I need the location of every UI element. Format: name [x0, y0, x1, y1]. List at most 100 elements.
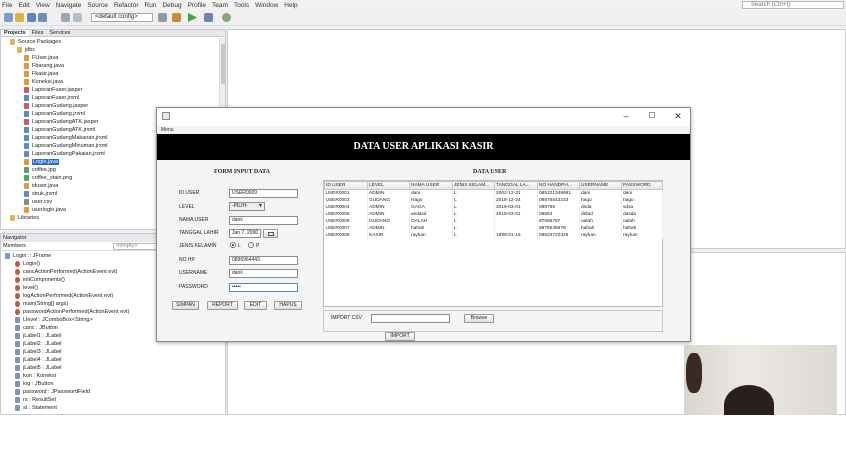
menu-edit[interactable]: Edit [18, 2, 29, 9]
tree-file[interactable]: FUser.java [1, 54, 219, 62]
minimize-icon[interactable]: – [621, 111, 631, 121]
tree-file[interactable]: Koneksi.java [1, 78, 219, 86]
nama-user-field[interactable]: danii [229, 216, 298, 225]
field-icon [5, 252, 10, 259]
member-item[interactable]: jLabel4 : JLabel [1, 356, 219, 364]
report-button[interactable]: REPORT [207, 301, 238, 310]
form-title: FORM INPUT DATA [214, 169, 270, 175]
save-all-icon[interactable] [38, 13, 47, 22]
menu-source[interactable]: Source [87, 2, 108, 9]
tanggal-lahir-field[interactable]: Jan 7, 2000 [229, 229, 261, 238]
column-header[interactable]: ID USER [324, 181, 368, 190]
column-header[interactable]: TANGGAL LA... [494, 181, 538, 190]
hapus-button[interactable]: HAPUS [274, 301, 302, 310]
menu-tools[interactable]: Tools [234, 2, 249, 9]
maximize-icon[interactable]: ☐ [647, 111, 657, 121]
debug-icon[interactable] [204, 13, 213, 22]
member-item[interactable]: jLabel5 : JLabel [1, 364, 219, 372]
table-row[interactable]: USER0007 ADMIN hahah L 9876545678 hahah hahah [324, 224, 663, 232]
no-hp-field[interactable]: 0896964443 [229, 256, 298, 265]
new-project-icon[interactable] [15, 13, 24, 22]
id-user-field[interactable]: USER0009 [229, 189, 298, 198]
tab-files[interactable]: Files [29, 30, 47, 36]
menu-refactor[interactable]: Refactor [114, 2, 139, 9]
table-row[interactable]: USER0005 ADMIN asdasd L 2019-03-01 09564 dsfad… [324, 210, 663, 218]
java-cup-icon [162, 112, 170, 120]
menu-team[interactable]: Team [212, 2, 228, 9]
table-cell [494, 224, 538, 232]
import-button[interactable]: IMPORT [385, 332, 415, 341]
member-item[interactable]: kon : Koneksi [1, 372, 219, 380]
close-icon[interactable]: ✕ [673, 111, 683, 121]
tree-item-label: LaporanGudang.jasper [32, 103, 89, 109]
menu-help[interactable]: Help [284, 2, 297, 9]
import-path-field[interactable] [371, 314, 450, 323]
member-item[interactable]: log : JButton [1, 380, 219, 388]
app-menu[interactable]: Menu [157, 126, 690, 134]
table-row[interactable]: USER0004 ADMIN GAGA L 2019-03-01 098765 dsda sd… [324, 203, 663, 211]
browse-button[interactable]: Browse [464, 314, 494, 323]
radio-l[interactable] [230, 242, 236, 248]
date-picker-button[interactable] [263, 229, 278, 238]
field-icon [15, 324, 20, 331]
tree-file[interactable]: Fkasir.java [1, 70, 219, 78]
member-item[interactable]: jLabel3 : JLabel [1, 348, 219, 356]
member-item[interactable]: rs : ResultSet [1, 396, 219, 404]
member-item[interactable]: password : JPasswordField [1, 388, 219, 396]
tree-file[interactable]: Fbarang.java [1, 62, 219, 70]
table-cell: USER0007 [324, 224, 368, 232]
edit-button[interactable]: EDIT [244, 301, 267, 310]
menu-file[interactable]: File [2, 2, 12, 9]
table-cell: USER0004 [324, 203, 368, 211]
column-header[interactable]: PASSWORD [621, 181, 663, 190]
tree-folder[interactable]: Source Packages [1, 38, 219, 46]
password-field[interactable]: ••••• [229, 283, 298, 292]
member-item[interactable]: st : Statement [1, 404, 219, 412]
menu-navigate[interactable]: Navigate [56, 2, 82, 9]
config-select[interactable]: <default config> [91, 13, 153, 22]
username-field[interactable]: danii [229, 269, 298, 278]
tree-file[interactable]: LaporanFuser.jrxml [1, 94, 219, 102]
column-header[interactable]: LEVEL [367, 181, 410, 190]
table-row[interactable]: USER0008 KASIR rayhan L 1999-01-15 0862372232… [324, 231, 663, 239]
file-icon [24, 110, 29, 117]
menu-debug[interactable]: Debug [162, 2, 181, 9]
column-header[interactable]: NAMA USER [409, 181, 453, 190]
undo-icon[interactable] [61, 13, 70, 22]
tab-services[interactable]: Services [46, 30, 73, 36]
menu-view[interactable]: View [36, 2, 50, 9]
redo-icon[interactable] [73, 13, 82, 22]
ide-search-input[interactable]: Search (Ctrl+I) [742, 1, 844, 9]
build-icon[interactable] [158, 13, 167, 22]
file-icon [24, 190, 29, 197]
field-icon [15, 340, 20, 347]
profile-icon[interactable] [222, 13, 231, 22]
table-row[interactable]: USER0001 ADMIN dani L 2002-12-31 085321349681… [324, 189, 663, 197]
table-row[interactable]: USER0002 GUDANG Hago L 2018-12-24 09876543233… [324, 196, 663, 204]
calendar-icon [267, 232, 274, 236]
level-combo[interactable]: -PILIH- ▼ [229, 202, 265, 211]
table-row[interactable]: USER0006 GUDANG OALAH L 87656787 oalah oalah [324, 217, 663, 225]
column-header[interactable]: NO HANDPH... [537, 181, 580, 190]
menu-run[interactable]: Run [145, 2, 157, 9]
tree-item-label: Fkasir.java [32, 71, 59, 77]
tree-file[interactable]: LaporanFuser.jasper [1, 86, 219, 94]
tree-folder[interactable]: jdbc [1, 46, 219, 54]
file-icon [24, 158, 29, 165]
run-icon[interactable] [188, 13, 197, 22]
radio-p[interactable] [248, 242, 254, 248]
member-label: password : JPasswordField [23, 389, 90, 395]
new-file-icon[interactable] [4, 13, 13, 22]
label-import-csv: IMPORT CSV [331, 315, 362, 321]
column-header[interactable]: USERNAME [579, 181, 622, 190]
table-cell: dsda [579, 203, 622, 211]
menu-profile[interactable]: Profile [188, 2, 206, 9]
simpan-button[interactable]: SIMPAN [172, 301, 199, 310]
open-project-icon[interactable] [27, 13, 36, 22]
tree-item-label: userlogin.java [32, 207, 66, 213]
tab-projects[interactable]: Projects [1, 30, 29, 36]
column-header[interactable]: JENIS KELAM... [452, 181, 495, 190]
clean-build-icon[interactable] [172, 13, 181, 22]
table-cell: ADMIN [367, 203, 410, 211]
menu-window[interactable]: Window [255, 2, 278, 9]
